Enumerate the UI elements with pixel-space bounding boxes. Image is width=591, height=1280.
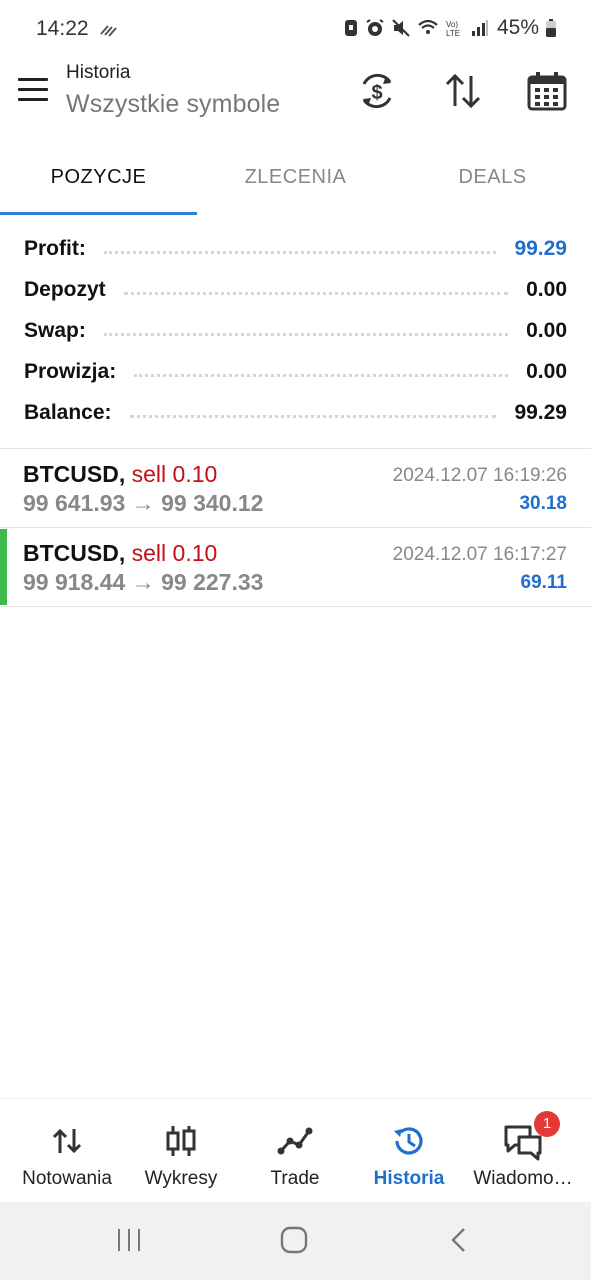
position-direction: sell 0.10 [131, 461, 218, 487]
summary-row-commission: Prowizja: 0.00 [0, 351, 591, 392]
signal-icon [471, 20, 488, 36]
summary-value: 0.00 [526, 277, 567, 301]
wifi-icon [418, 19, 438, 34]
selected-indicator [0, 529, 7, 605]
nav-label: Wiadomo… [473, 1168, 573, 1189]
quotes-arrows-icon [52, 1128, 82, 1154]
history-tabs: POZYCJE ZLECENIA DEALS [0, 140, 591, 215]
tab-deals[interactable]: DEALS [394, 140, 591, 215]
position-row[interactable]: BTCUSD, sell 0.10 99 641.93 → 99 340.12 … [0, 449, 591, 527]
summary-value: 99.29 [514, 236, 567, 260]
sort-icon[interactable] [442, 70, 484, 112]
position-symbol: BTCUSD, [23, 540, 126, 566]
hamburger-menu-icon[interactable] [18, 78, 48, 102]
tab-orders[interactable]: ZLECENIA [197, 140, 394, 215]
position-profit: 69.11 [520, 572, 568, 593]
home-icon[interactable] [280, 1226, 308, 1254]
recent-apps-icon[interactable] [116, 1226, 142, 1254]
summary-value: 99.29 [514, 400, 567, 424]
nav-label: Wykresy [144, 1168, 218, 1189]
history-clock-icon [394, 1127, 423, 1155]
back-icon[interactable] [448, 1226, 470, 1254]
battery-percent: 45% [496, 16, 539, 39]
summary-label: Balance: [24, 400, 112, 424]
status-icons: Vo) LTE 45% [343, 16, 557, 40]
status-bar: 14:22 Vo) LTE 45% [0, 0, 591, 58]
summary-label: Prowizja: [24, 359, 117, 383]
position-direction: sell 0.10 [131, 540, 218, 566]
summary-value: 0.00 [526, 318, 567, 342]
dotted-leader [103, 333, 509, 336]
position-symbol-line: BTCUSD, sell 0.10 [23, 461, 217, 488]
summary-row-swap: Swap: 0.00 [0, 310, 591, 351]
trade-line-icon [277, 1127, 313, 1155]
currency-exchange-icon[interactable]: $ [356, 70, 398, 112]
position-time: 2024.12.07 16:19:26 [392, 465, 567, 486]
page-title: Historia [66, 62, 131, 83]
symbol-filter[interactable]: Wszystkie symbole [66, 90, 280, 119]
position-prices: 99 918.44 → 99 227.33 [23, 569, 264, 595]
data-saver-icon [100, 25, 117, 37]
dotted-leader [134, 374, 509, 377]
lock-app-icon [344, 20, 357, 36]
position-symbol-line: BTCUSD, sell 0.10 [23, 540, 217, 567]
account-summary: Profit: 99.29 Depozyt 0.00 Swap: 0.00 Pr… [0, 228, 591, 433]
summary-row-balance: Balance: 99.29 [0, 392, 591, 433]
nav-label: Trade [270, 1168, 320, 1189]
nav-quotes[interactable]: Notowania [8, 1099, 126, 1203]
position-profit: 30.18 [519, 493, 567, 514]
bottom-navigation: Notowania Wykresy Trade Historia 1 Wiado… [0, 1098, 591, 1202]
divider [0, 606, 591, 607]
nav-charts[interactable]: Wykresy [122, 1099, 240, 1203]
summary-label: Depozyt [24, 277, 106, 301]
system-navigation-bar [0, 1202, 591, 1280]
tab-positions[interactable]: POZYCJE [0, 140, 197, 215]
summary-value: 0.00 [526, 359, 567, 383]
summary-row-deposit: Depozyt 0.00 [0, 269, 591, 310]
svg-text:Vo): Vo) [446, 20, 458, 29]
position-prices: 99 641.93 → 99 340.12 [23, 490, 264, 516]
summary-row-profit: Profit: 99.29 [0, 228, 591, 269]
calendar-icon[interactable] [526, 70, 568, 112]
dotted-leader [129, 415, 497, 418]
app-header: Historia Wszystkie symbole $ [0, 58, 591, 138]
mute-icon [392, 19, 410, 37]
status-time: 14:22 [36, 17, 89, 40]
dotted-leader [123, 292, 509, 295]
battery-icon [546, 19, 556, 37]
alarm-icon [366, 19, 384, 36]
unread-badge: 1 [534, 1111, 560, 1137]
volte-icon: Vo)LTE [446, 20, 460, 38]
summary-label: Swap: [24, 318, 86, 342]
nav-messages[interactable]: 1 Wiadomo… [464, 1099, 582, 1203]
dotted-leader [103, 251, 497, 254]
svg-text:$: $ [371, 82, 382, 104]
position-time: 2024.12.07 16:17:27 [392, 544, 567, 565]
nav-trade[interactable]: Trade [236, 1099, 354, 1203]
candlestick-chart-icon [166, 1126, 196, 1156]
position-symbol: BTCUSD, [23, 461, 126, 487]
summary-label: Profit: [24, 236, 86, 260]
nav-history[interactable]: Historia [350, 1099, 468, 1203]
nav-label: Historia [373, 1168, 445, 1189]
position-row[interactable]: BTCUSD, sell 0.10 99 918.44 → 99 227.33 … [0, 528, 591, 606]
nav-label: Notowania [22, 1168, 112, 1189]
svg-text:LTE: LTE [446, 29, 460, 38]
